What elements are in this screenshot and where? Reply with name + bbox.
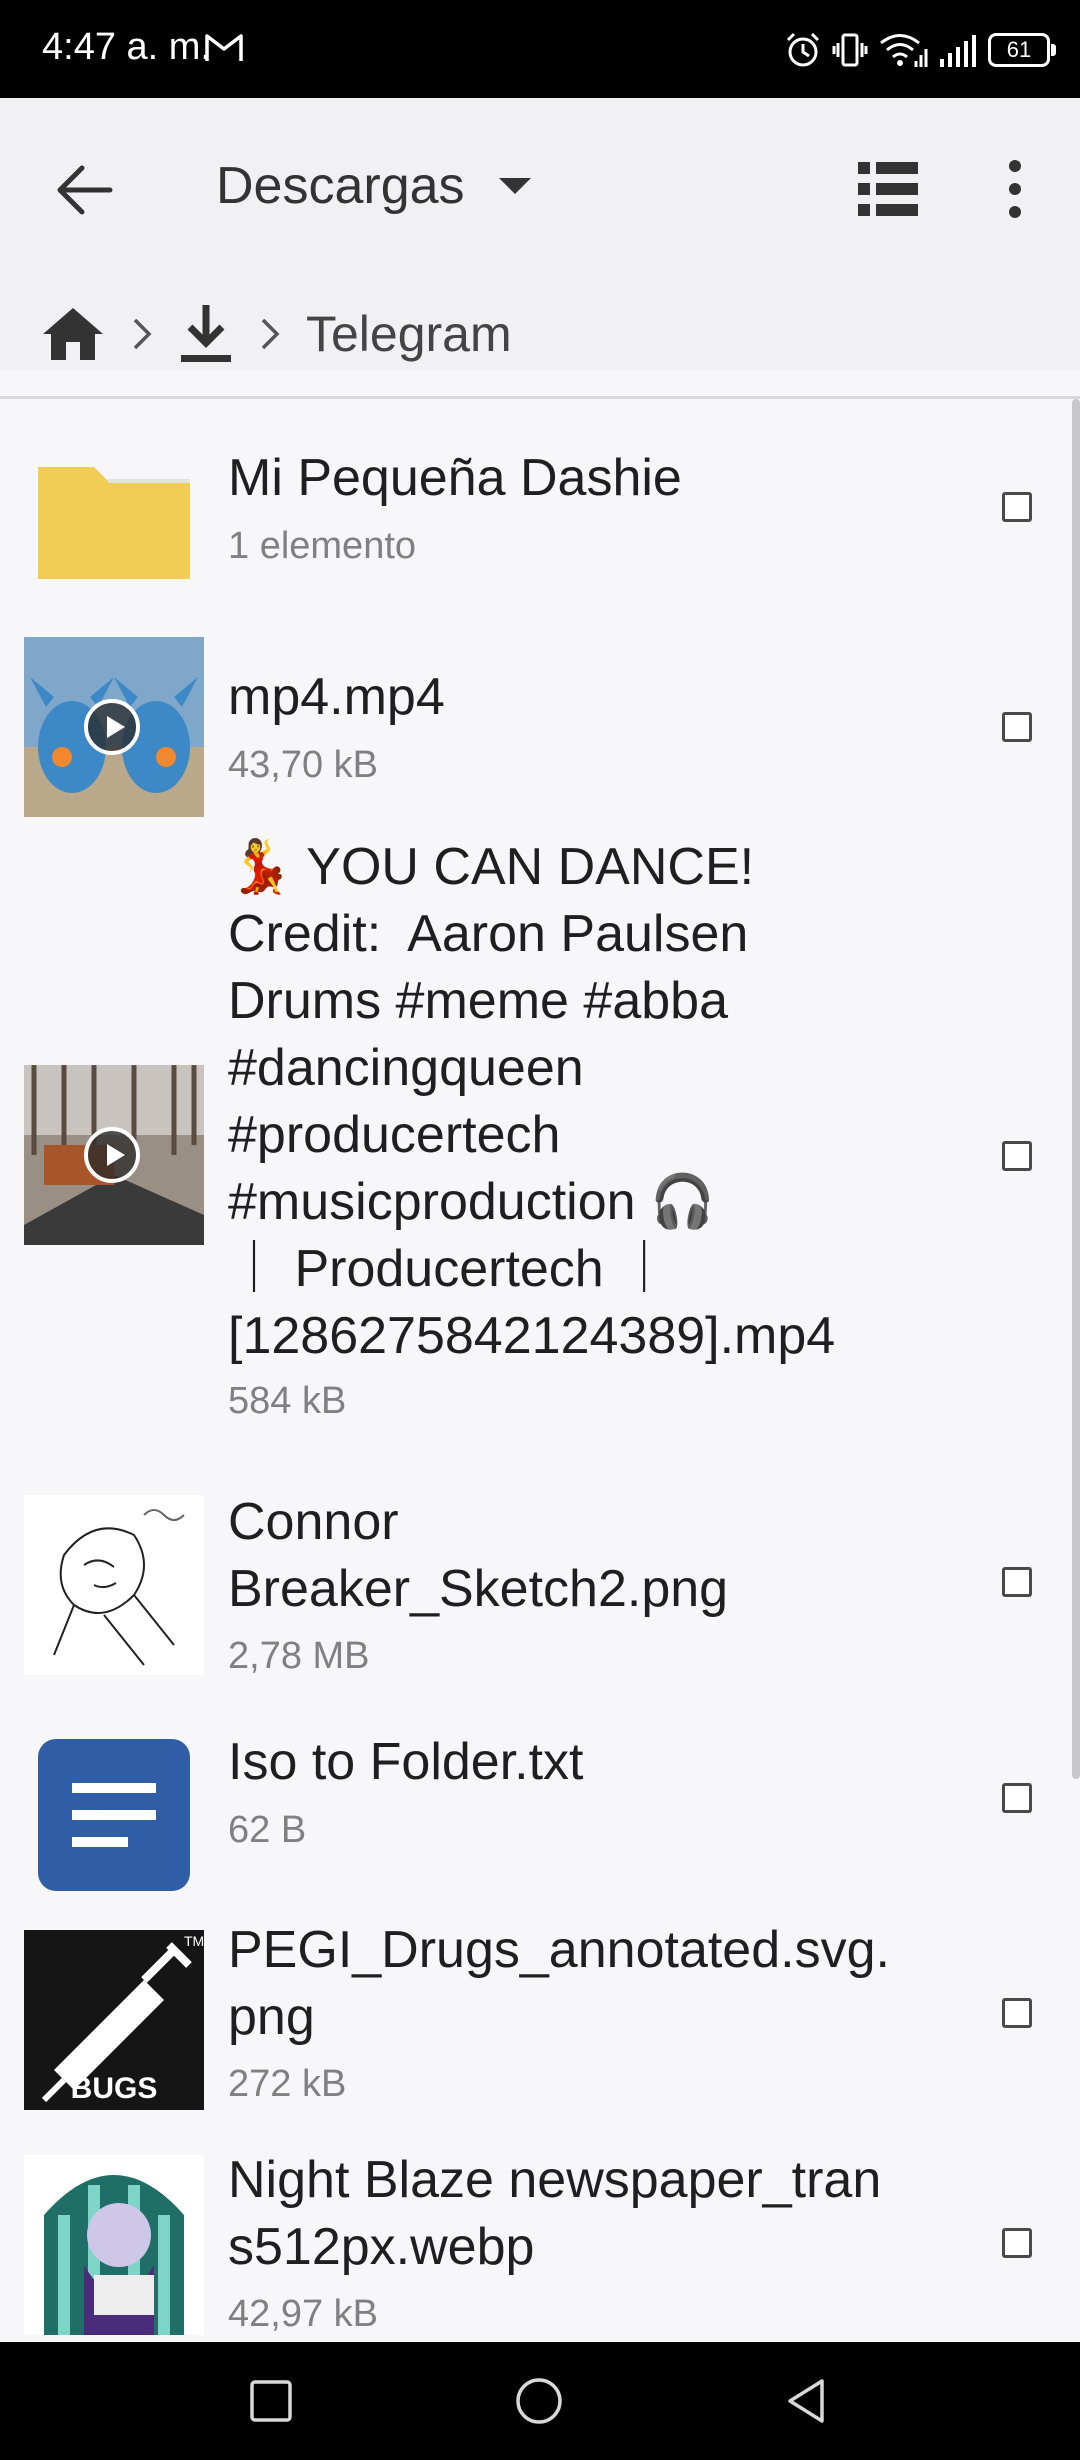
play-icon (84, 699, 140, 755)
signal-icon (940, 35, 976, 67)
system-nav-bar (0, 2342, 1080, 2460)
status-icons: 61 (784, 28, 1056, 72)
recent-apps-icon[interactable] (246, 2376, 296, 2426)
image-thumbnail: TM BUGS (24, 1930, 204, 2110)
list-item[interactable]: Mi Pequeña Dashie 1 elemento (0, 399, 1070, 614)
file-name: Mi Pequeña Dashie (228, 449, 682, 507)
status-time: 4:47 a. m. (42, 26, 211, 68)
image-thumbnail (24, 1495, 204, 1675)
toolbar-title: Descargas (216, 157, 465, 215)
select-checkbox[interactable] (1002, 2228, 1032, 2258)
breadcrumb: Telegram (40, 292, 512, 376)
list-item[interactable]: Night Blaze newspaper_tran s512px.webp 4… (0, 2117, 1070, 2342)
select-checkbox[interactable] (1002, 1998, 1032, 2028)
file-name: Night Blaze newspaper_tran s512px.webp (228, 2151, 882, 2276)
select-checkbox[interactable] (1002, 1783, 1032, 1813)
file-meta: 42,97 kB (228, 2293, 378, 2335)
wifi-icon (880, 34, 928, 67)
text-file-icon (38, 1739, 190, 1891)
back-arrow-icon[interactable] (52, 158, 116, 222)
svg-text:TM: TM (184, 1933, 204, 1949)
file-name: Connor Breaker_Sketch2.png (228, 1493, 729, 1618)
file-name: mp4.mp4 (228, 668, 445, 726)
file-meta: 62 B (228, 1809, 307, 1851)
file-name: 💃 YOU CAN DANCE! Credit: Aaron Paulsen D… (228, 838, 836, 1365)
select-checkbox[interactable] (1002, 492, 1032, 522)
vibrate-icon (832, 33, 868, 67)
status-bar: 4:47 a. m. 61 (0, 0, 1080, 98)
app-toolbar: Descargas Telegram (0, 98, 1080, 370)
list-item[interactable]: mp4.mp4 43,70 kB (0, 614, 1070, 834)
image-thumbnail (24, 2155, 204, 2335)
list-item[interactable]: Connor Breaker_Sketch2.png 2,78 MB (0, 1449, 1070, 1699)
breadcrumb-downloads[interactable] (178, 303, 234, 365)
file-meta: 584 kB (228, 1380, 347, 1422)
alarm-icon (786, 32, 820, 67)
download-icon (181, 305, 231, 362)
image-badge-text: BUGS (70, 2072, 158, 2105)
location-dropdown[interactable]: Descargas (216, 156, 531, 216)
breadcrumb-home[interactable] (40, 304, 106, 364)
select-checkbox[interactable] (1002, 712, 1032, 742)
home-button-icon[interactable] (514, 2376, 564, 2426)
list-item[interactable]: TM BUGS PEGI_Drugs_annotated.svg. png 27… (0, 1887, 1070, 2117)
file-meta: 43,70 kB (228, 744, 378, 786)
video-thumbnail (24, 637, 204, 817)
dropdown-caret-icon (498, 178, 531, 194)
chevron-right-icon (261, 318, 280, 350)
more-options-icon[interactable] (998, 156, 1032, 222)
file-list: Mi Pequeña Dashie 1 elemento mp4.mp4 43,… (0, 399, 1080, 2342)
video-thumbnail (24, 1065, 204, 1245)
chevron-right-icon (133, 318, 152, 350)
list-view-icon[interactable] (858, 158, 918, 220)
file-name: PEGI_Drugs_annotated.svg. png (228, 1921, 890, 2046)
select-checkbox[interactable] (1002, 1141, 1032, 1171)
breadcrumb-telegram[interactable]: Telegram (306, 305, 512, 363)
select-checkbox[interactable] (1002, 1567, 1032, 1597)
folder-icon (38, 467, 190, 579)
home-icon (43, 308, 103, 360)
battery-icon: 61 (988, 33, 1056, 67)
play-icon (84, 1127, 140, 1183)
list-item[interactable]: 💃 YOU CAN DANCE! Credit: Aaron Paulsen D… (0, 834, 1070, 1449)
file-meta: 2,78 MB (228, 1635, 370, 1677)
scrollbar[interactable] (1072, 399, 1080, 1779)
list-item[interactable]: Iso to Folder.txt 62 B (0, 1699, 1070, 1891)
gmail-notification-icon (205, 34, 243, 61)
file-meta: 272 kB (228, 2063, 347, 2105)
file-meta: 1 elemento (228, 525, 417, 567)
back-button-icon[interactable] (782, 2376, 832, 2426)
file-name: Iso to Folder.txt (228, 1733, 584, 1791)
